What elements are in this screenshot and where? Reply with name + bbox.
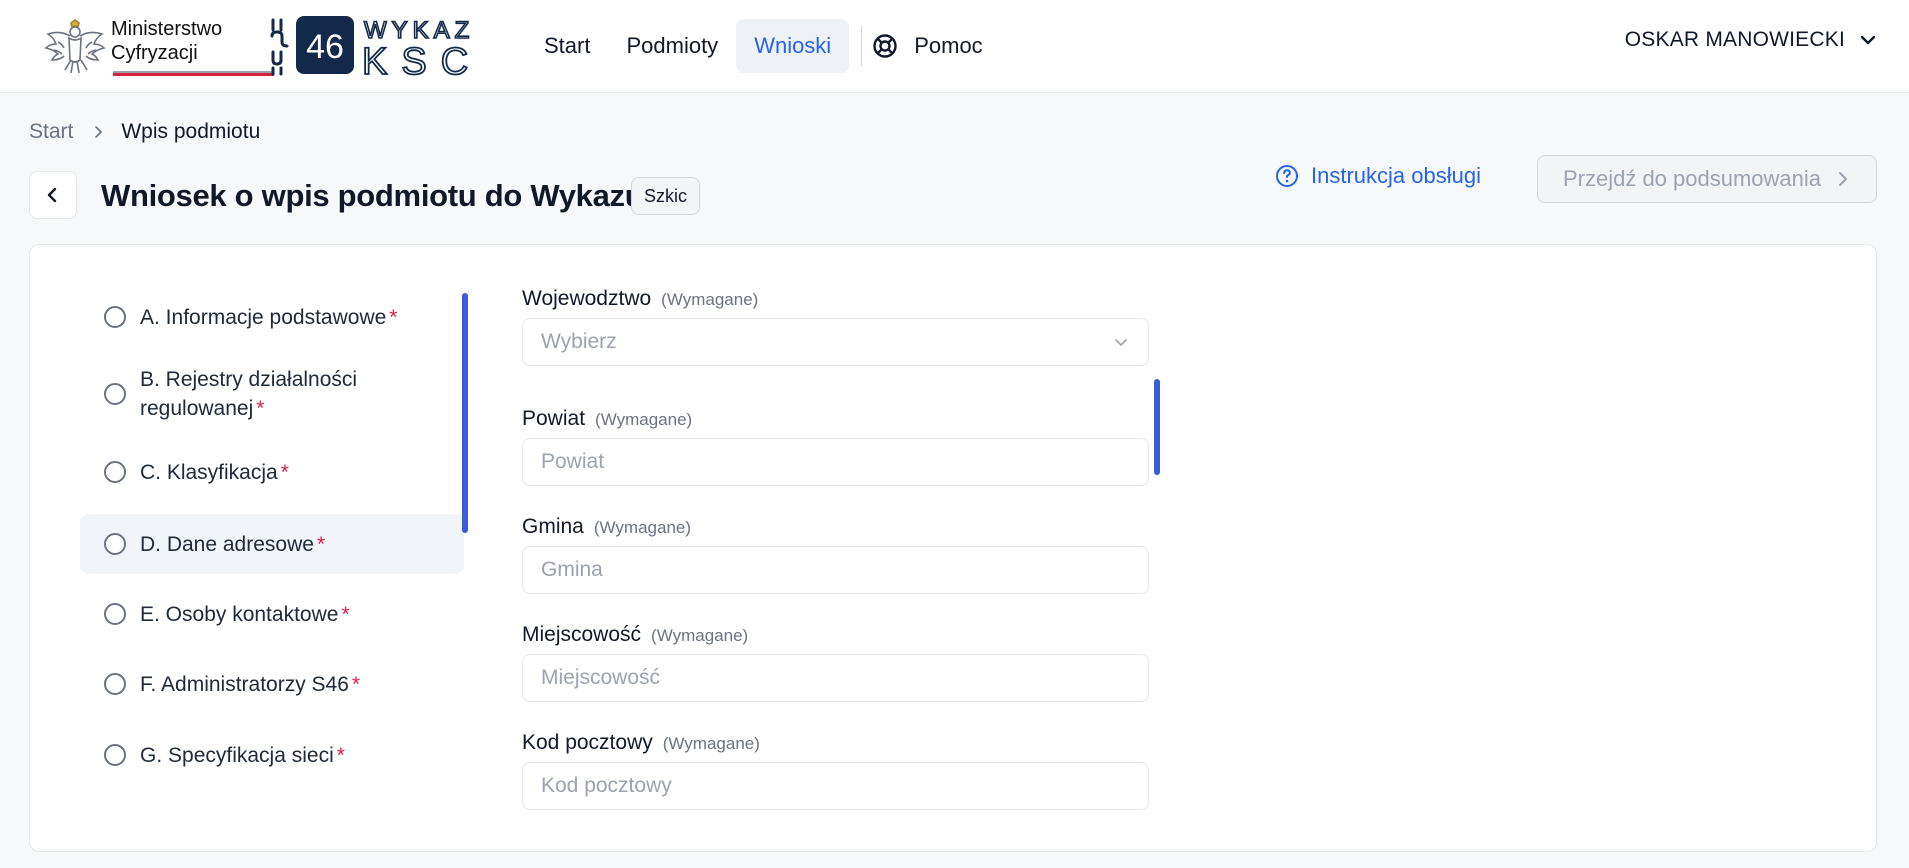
user-manual-label: Instrukcja obsługi <box>1311 163 1481 188</box>
step-f-administrators[interactable]: F. Administratorzy S46 * <box>80 656 464 712</box>
county-label: Powiat (Wymagane) <box>522 407 693 430</box>
locality-input[interactable] <box>522 654 1149 702</box>
step-radio <box>104 461 126 483</box>
status-badge: Szkic <box>631 177 701 215</box>
step-label: B. Rejestry działalności regulowanej * <box>140 368 358 420</box>
step-radio <box>104 673 126 695</box>
ministry-name: Ministerstwo Cyfryzacji <box>111 17 222 65</box>
step-label: F. Administratorzy S46 * <box>140 672 361 696</box>
page-title: Wniosek o wpis podmiotu do Wykazu <box>101 178 644 213</box>
nav-item-wnioski[interactable]: Wnioski <box>736 19 850 73</box>
breadcrumb-item-start[interactable]: Start <box>29 120 73 144</box>
ministry-name-line2: Cyfryzacji <box>111 42 198 64</box>
user-manual-link[interactable]: Instrukcja obsługi <box>1275 163 1481 189</box>
user-name: OSKAR MANOWIECKI <box>1624 28 1845 51</box>
step-g-network-spec[interactable]: G. Specyfikacja sieci * <box>80 727 464 783</box>
postal-code-label: Kod pocztowy (Wymagane) <box>522 731 760 754</box>
chevron-right-icon <box>1839 172 1848 186</box>
step-b-registers[interactable]: B. Rejestry działalności regulowanej * <box>80 357 464 431</box>
back-button[interactable] <box>29 171 77 219</box>
nav-item-pomoc[interactable]: Pomoc <box>914 19 1000 73</box>
s46-wykaz-ksc-logo[interactable]: 46 WYKAZ KSC <box>268 14 508 78</box>
question-circle-icon <box>1276 165 1298 187</box>
s46-number: 46 <box>306 28 344 66</box>
ministry-name-line1: Ministerstwo <box>111 18 223 40</box>
step-label: C. Klasyfikacja * <box>140 460 289 484</box>
top-header: Ministerstwo Cyfryzacji 46 WYKAZ KSC Sta… <box>0 0 1909 93</box>
logo-word-wykaz: WYKAZ <box>364 17 474 44</box>
postal-code-input[interactable] <box>522 762 1149 810</box>
voivodeship-label: Wojewodztwo (Wymagane) <box>522 287 759 310</box>
step-radio <box>104 306 126 328</box>
ministry-flag-stripe <box>113 71 274 76</box>
step-radio <box>104 383 126 405</box>
step-label: G. Specyfikacja sieci * <box>140 743 345 767</box>
nav-divider <box>861 26 863 66</box>
municipality-input[interactable] <box>522 546 1149 594</box>
breadcrumb: Start Wpis podmiotu <box>29 120 260 144</box>
county-input[interactable] <box>522 438 1149 486</box>
step-e-contact-persons[interactable]: E. Osoby kontaktowe * <box>80 586 464 642</box>
chevron-right-icon <box>95 126 103 138</box>
step-radio <box>104 744 126 766</box>
main-nav: Start Podmioty Wnioski Pomoc <box>526 18 1001 74</box>
user-menu[interactable]: OSKAR MANOWIECKI <box>1625 28 1879 52</box>
municipality-label: Gmina (Wymagane) <box>522 515 692 538</box>
s-vertical-mark <box>270 18 289 76</box>
step-d-address-data[interactable]: D. Dane adresowe * <box>80 514 464 574</box>
locality-label: Miejscowość (Wymagane) <box>522 623 749 646</box>
eagle-emblem-icon <box>44 19 106 74</box>
voivodeship-select-value: Wybierz <box>541 330 617 353</box>
form-card: A. Informacje podstawowe * B. Rejestry dz… <box>29 244 1877 852</box>
go-to-summary-label: Przejdź do podsumowania <box>1562 166 1822 191</box>
nav-item-start[interactable]: Start <box>526 19 608 73</box>
form-scrollbar[interactable] <box>1154 379 1160 475</box>
steps-scrollbar[interactable] <box>462 293 468 533</box>
step-radio <box>104 533 126 555</box>
chevron-left-icon <box>47 187 57 203</box>
step-label: E. Osoby kontaktowe * <box>140 602 350 626</box>
step-radio <box>104 603 126 625</box>
breadcrumb-item-current: Wpis podmiotu <box>121 120 261 143</box>
lifebuoy-help-icon[interactable] <box>872 33 898 59</box>
voivodeship-select[interactable]: Wybierz <box>522 318 1149 366</box>
chevron-down-icon <box>1115 339 1127 347</box>
go-to-summary-button[interactable]: Przejdź do podsumowania <box>1537 155 1877 203</box>
step-label: A. Informacje podstawowe * <box>140 305 398 329</box>
chevron-down-icon <box>1860 35 1876 45</box>
nav-item-podmioty[interactable]: Podmioty <box>608 19 736 73</box>
step-a-basic-info[interactable]: A. Informacje podstawowe * <box>80 289 464 345</box>
logo-word-ksc: KSC <box>362 41 482 78</box>
address-form: Wojewodztwo (Wymagane) Wybierz Powiat (Wym… <box>522 245 1162 851</box>
step-label: D. Dane adresowe * <box>140 532 326 556</box>
step-c-classification[interactable]: C. Klasyfikacja * <box>80 444 464 500</box>
ministry-logo[interactable]: Ministerstwo Cyfryzacji <box>44 12 274 80</box>
